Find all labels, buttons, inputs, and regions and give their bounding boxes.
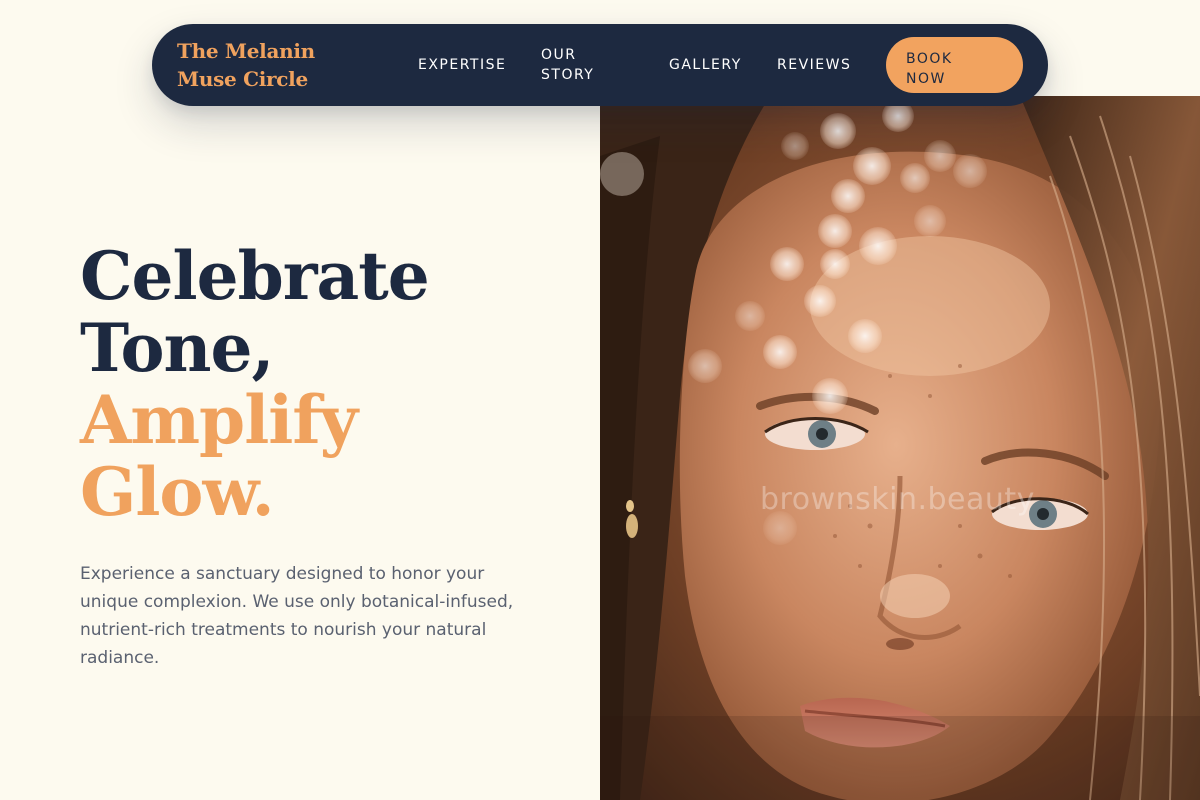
portrait-photo-icon [600,96,1200,800]
brand-logo[interactable]: The Melanin Muse Circle [177,37,377,93]
hero-description: Experience a sanctuary designed to honor… [80,564,514,668]
hero-portrait-image: brownskin.beauty [600,96,1200,800]
nav-link-our-story[interactable]: OUR STORY [541,45,611,85]
hero-text-section: Celebrate Tone, Amplify Glow. Experience… [80,240,550,672]
book-now-button[interactable]: BOOK NOW [886,37,1023,93]
nav-link-expertise[interactable]: EXPERTISE [418,55,506,75]
top-navigation: The Melanin Muse Circle EXPERTISE OUR ST… [152,24,1048,106]
headline-line-amplify: Amplify [80,381,358,459]
headline-line-celebrate: Celebrate [80,237,430,315]
image-watermark: brownskin.beauty [760,482,1035,517]
headline-line-tone: Tone, [80,309,275,387]
book-now-label: BOOK NOW [906,51,953,87]
hero-headline: Celebrate Tone, Amplify Glow. [80,240,550,528]
nav-link-gallery[interactable]: GALLERY [669,55,742,75]
headline-line-glow: Glow. [80,453,275,531]
nav-link-reviews[interactable]: REVIEWS [777,55,851,75]
landing-page: The Melanin Muse Circle EXPERTISE OUR ST… [0,0,1200,800]
